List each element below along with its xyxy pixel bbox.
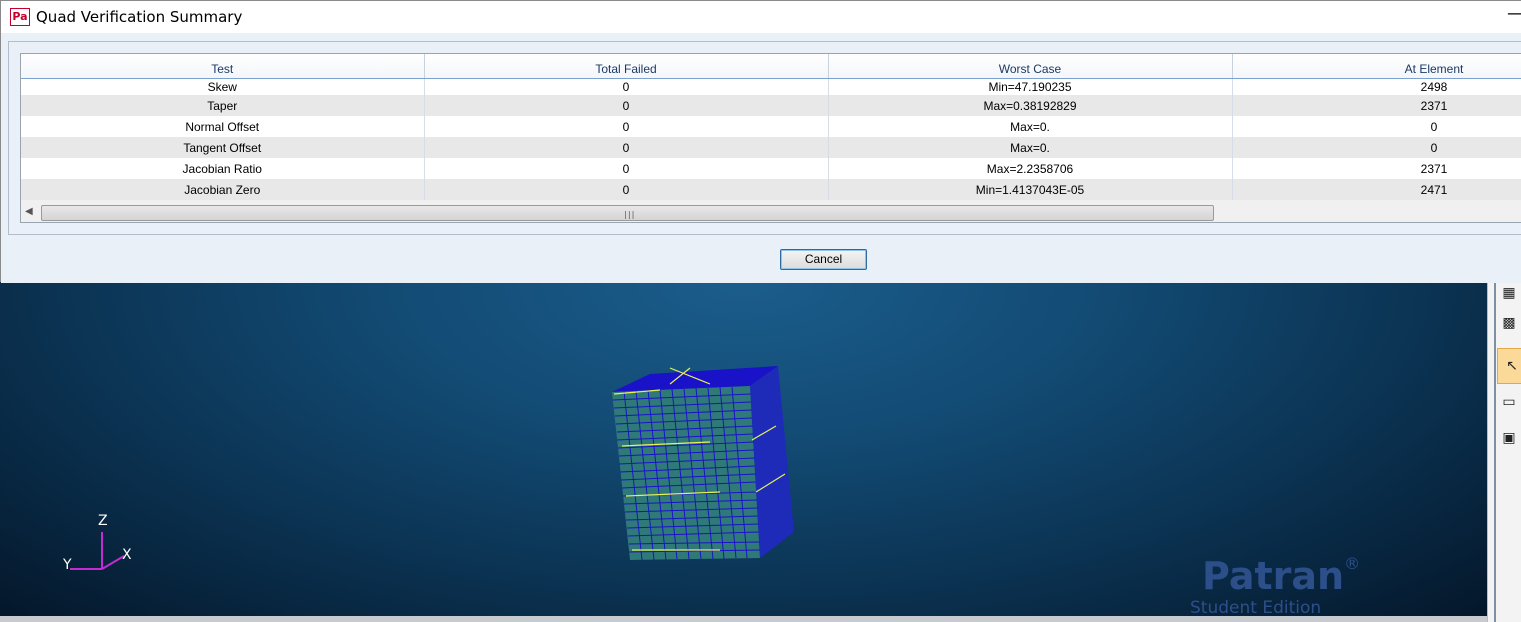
column-header-total-failed[interactable]: Total Failed — [424, 54, 829, 79]
results-table: Test Total Failed Worst Case At Element … — [21, 54, 1521, 200]
table-row[interactable]: Normal Offset 0 Max=0. 0 — [21, 116, 1521, 137]
cell-worst-case: Max=0. — [828, 137, 1233, 158]
cell-test: Taper — [21, 95, 425, 116]
cell-total-failed: 0 — [424, 179, 829, 200]
right-toolbar: ▦ ▩ ↖ ▭ ▣ — [1487, 282, 1521, 622]
cell-worst-case: Max=0.38192829 — [828, 95, 1233, 116]
cell-test: Jacobian Zero — [21, 179, 425, 200]
cell-worst-case: Max=0. — [828, 116, 1233, 137]
cell-at-element: 2371 — [1232, 95, 1521, 116]
results-panel: Test Total Failed Worst Case At Element … — [8, 41, 1521, 235]
cell-test: Normal Offset — [21, 116, 425, 137]
folder-icon[interactable]: ▭ — [1498, 391, 1520, 413]
status-strip — [0, 616, 1487, 622]
axis-y-label: Y — [63, 557, 72, 573]
scroll-thumb[interactable]: ||| — [41, 205, 1214, 221]
table-row[interactable]: Tangent Offset 0 Max=0. 0 — [21, 137, 1521, 158]
cell-at-element: 0 — [1232, 137, 1521, 158]
axis-triad: Z X Y — [60, 512, 150, 582]
cell-at-element: 0 — [1232, 116, 1521, 137]
cell-total-failed: 0 — [424, 137, 829, 158]
column-header-test[interactable]: Test — [21, 54, 425, 79]
cell-worst-case: Min=47.190235 — [828, 78, 1233, 95]
scroll-left-icon[interactable]: ◀ — [25, 206, 33, 217]
dialog-client: Test Total Failed Worst Case At Element … — [1, 33, 1521, 283]
cell-worst-case: Max=2.2358706 — [828, 158, 1233, 179]
cell-total-failed: 0 — [424, 158, 829, 179]
mesh-model — [612, 366, 794, 561]
cell-total-failed: 0 — [424, 78, 829, 95]
axis-x-label: X — [122, 547, 132, 563]
cell-at-element: 2471 — [1232, 179, 1521, 200]
grid-view-2-icon[interactable]: ▩ — [1498, 312, 1520, 334]
horizontal-scrollbar[interactable]: ◀ ||| — [21, 204, 1521, 222]
cell-worst-case: Min=1.4137043E-05 — [828, 179, 1233, 200]
cell-at-element: 2498 — [1232, 78, 1521, 95]
table-row[interactable]: Taper 0 Max=0.38192829 2371 — [21, 95, 1521, 116]
cell-test: Tangent Offset — [21, 137, 425, 158]
table-row[interactable]: Jacobian Ratio 0 Max=2.2358706 2371 — [21, 158, 1521, 179]
table-header-row: Test Total Failed Worst Case At Element — [21, 54, 1521, 79]
watermark-product: Patran® — [1202, 554, 1361, 598]
cell-at-element: 2371 — [1232, 158, 1521, 179]
axis-z-label: Z — [98, 513, 108, 529]
select-arrow-icon[interactable]: ↖ — [1497, 348, 1521, 384]
cell-total-failed: 0 — [424, 116, 829, 137]
column-header-at-element[interactable]: At Element — [1232, 54, 1521, 79]
graphics-viewport[interactable]: Z X Y Patran® Student Edition — [0, 282, 1487, 616]
cell-test: Jacobian Ratio — [21, 158, 425, 179]
dialog-titlebar[interactable]: Pa Quad Verification Summary — — [1, 1, 1521, 33]
cell-total-failed: 0 — [424, 95, 829, 116]
patran-app-icon: Pa — [10, 8, 30, 26]
cancel-button[interactable]: Cancel — [780, 249, 867, 270]
cube-icon[interactable]: ▣ — [1498, 427, 1520, 449]
grid-view-icon[interactable]: ▦ — [1498, 282, 1520, 304]
results-table-container: Test Total Failed Worst Case At Element … — [20, 53, 1521, 223]
minimize-button[interactable]: — — [1507, 3, 1521, 24]
table-row[interactable]: Skew 0 Min=47.190235 2498 — [21, 78, 1521, 95]
dialog-title: Quad Verification Summary — [36, 8, 243, 26]
table-row[interactable]: Jacobian Zero 0 Min=1.4137043E-05 2471 — [21, 179, 1521, 200]
scroll-grip-icon: ||| — [623, 210, 635, 219]
watermark-edition: Student Edition — [1190, 598, 1322, 616]
quad-verification-dialog: Pa Quad Verification Summary — Test Tota… — [0, 0, 1521, 283]
column-header-worst-case[interactable]: Worst Case — [828, 54, 1233, 79]
cell-test: Skew — [21, 78, 425, 95]
